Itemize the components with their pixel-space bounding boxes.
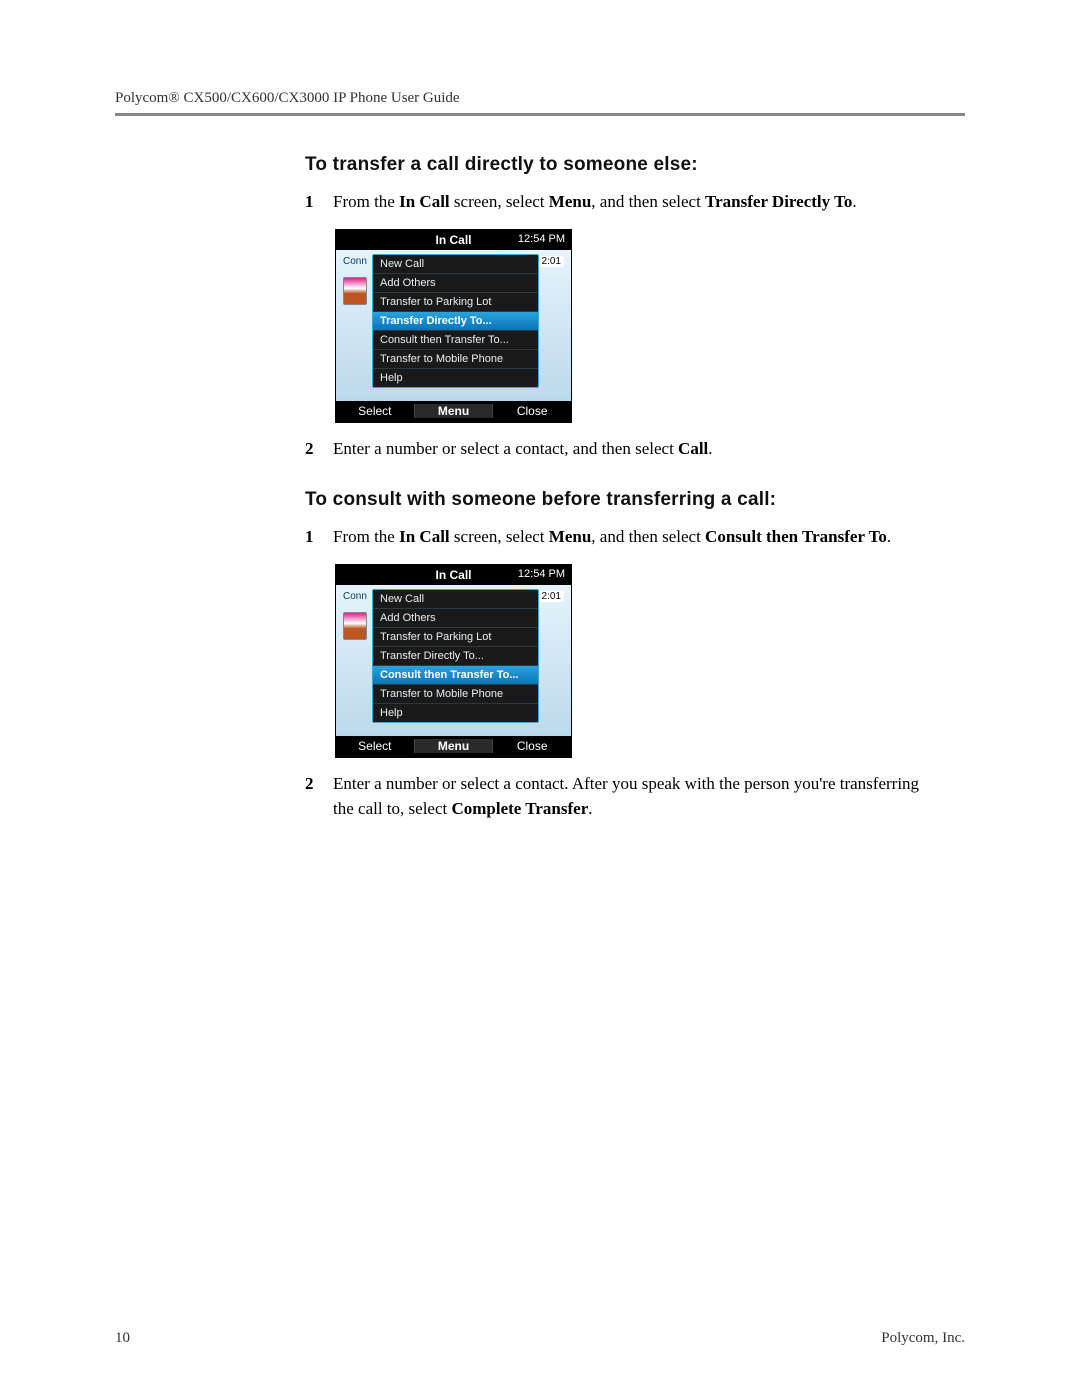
call-duration: 2:01 (539, 256, 564, 267)
phone-frame: In Call 12:54 PM Conn 2:01 New Call Add … (335, 229, 572, 423)
menu-item-add-others[interactable]: Add Others (373, 274, 538, 293)
text-bold: Consult then Transfer To (705, 527, 887, 546)
menu-item-transfer-mobile[interactable]: Transfer to Mobile Phone (373, 350, 538, 369)
step-number: 2 (305, 772, 333, 821)
menu-item-new-call[interactable]: New Call (373, 590, 538, 609)
text: From the (333, 527, 399, 546)
step-body: From the In Call screen, select Menu, an… (333, 190, 925, 215)
menu-item-transfer-parking[interactable]: Transfer to Parking Lot (373, 628, 538, 647)
phone-screenshot-2: In Call 12:54 PM Conn 2:01 New Call Add … (335, 564, 925, 758)
menu-item-add-others[interactable]: Add Others (373, 609, 538, 628)
contact-avatar (343, 612, 367, 640)
step-number: 1 (305, 525, 333, 550)
phone-titlebar: In Call 12:54 PM (336, 230, 571, 250)
text: . (887, 527, 891, 546)
text-bold: Menu (549, 527, 592, 546)
softkey-menu[interactable]: Menu (414, 404, 494, 418)
phone-frame: In Call 12:54 PM Conn 2:01 New Call Add … (335, 564, 572, 758)
text: From the (333, 192, 399, 211)
step-number: 1 (305, 190, 333, 215)
steps-list-2: 1 From the In Call screen, select Menu, … (305, 525, 925, 550)
text: Enter a number or select a contact. Afte… (333, 774, 919, 818)
section-heading-transfer-directly: To transfer a call directly to someone e… (305, 154, 925, 176)
menu-item-help[interactable]: Help (373, 369, 538, 387)
phone-clock: 12:54 PM (518, 233, 565, 245)
step-body: Enter a number or select a contact. Afte… (333, 772, 925, 821)
contact-avatar (343, 277, 367, 305)
phone-title: In Call (435, 568, 471, 582)
text: Enter a number or select a contact, and … (333, 439, 678, 458)
phone-clock: 12:54 PM (518, 568, 565, 580)
body-content: To transfer a call directly to someone e… (115, 116, 925, 821)
menu-item-help[interactable]: Help (373, 704, 538, 722)
menu-item-transfer-directly[interactable]: Transfer Directly To... (373, 647, 538, 666)
text: , and then select (591, 527, 705, 546)
step-number: 2 (305, 437, 333, 462)
phone-menu-popup: New Call Add Others Transfer to Parking … (372, 589, 539, 723)
softkey-close[interactable]: Close (493, 739, 571, 753)
phone-titlebar: In Call 12:54 PM (336, 565, 571, 585)
menu-item-consult-transfer[interactable]: Consult then Transfer To... (373, 331, 538, 350)
step-2: 2 Enter a number or select a contact. Af… (305, 772, 925, 821)
phone-softkeys: Select Menu Close (336, 401, 571, 422)
text: . (588, 799, 592, 818)
footer-company: Polycom, Inc. (881, 1330, 965, 1347)
page-number: 10 (115, 1330, 130, 1347)
steps-list-1: 1 From the In Call screen, select Menu, … (305, 190, 925, 215)
menu-item-new-call[interactable]: New Call (373, 255, 538, 274)
softkey-select[interactable]: Select (336, 404, 414, 418)
softkey-select[interactable]: Select (336, 739, 414, 753)
menu-item-transfer-parking[interactable]: Transfer to Parking Lot (373, 293, 538, 312)
softkey-close[interactable]: Close (493, 404, 571, 418)
step-1: 1 From the In Call screen, select Menu, … (305, 525, 925, 550)
menu-item-transfer-directly[interactable]: Transfer Directly To... (373, 312, 538, 331)
step-body: From the In Call screen, select Menu, an… (333, 525, 925, 550)
text: . (708, 439, 712, 458)
menu-item-transfer-mobile[interactable]: Transfer to Mobile Phone (373, 685, 538, 704)
section-heading-consult-transfer: To consult with someone before transferr… (305, 489, 925, 511)
text-bold: In Call (399, 192, 450, 211)
call-duration: 2:01 (539, 591, 564, 602)
call-status-label: Conn (343, 256, 371, 267)
page-header: Polycom® CX500/CX600/CX3000 IP Phone Use… (115, 90, 965, 116)
text: screen, select (450, 192, 549, 211)
steps-list-1b: 2 Enter a number or select a contact, an… (305, 437, 925, 462)
text-bold: Menu (549, 192, 592, 211)
phone-screen: Conn 2:01 New Call Add Others Transfer t… (336, 585, 571, 736)
phone-softkeys: Select Menu Close (336, 736, 571, 757)
step-2: 2 Enter a number or select a contact, an… (305, 437, 925, 462)
menu-item-consult-transfer[interactable]: Consult then Transfer To... (373, 666, 538, 685)
phone-screen: Conn 2:01 New Call Add Others Transfer t… (336, 250, 571, 401)
softkey-menu[interactable]: Menu (414, 739, 494, 753)
text-bold: Call (678, 439, 708, 458)
text-bold: Transfer Directly To (705, 192, 852, 211)
phone-title: In Call (435, 233, 471, 247)
text-bold: Complete Transfer (451, 799, 588, 818)
text: . (852, 192, 856, 211)
phone-screenshot-1: In Call 12:54 PM Conn 2:01 New Call Add … (335, 229, 925, 423)
phone-menu-popup: New Call Add Others Transfer to Parking … (372, 254, 539, 388)
text: , and then select (591, 192, 705, 211)
text: screen, select (450, 527, 549, 546)
text-bold: In Call (399, 527, 450, 546)
steps-list-2b: 2 Enter a number or select a contact. Af… (305, 772, 925, 821)
step-1: 1 From the In Call screen, select Menu, … (305, 190, 925, 215)
page-footer: 10 Polycom, Inc. (115, 1330, 965, 1347)
step-body: Enter a number or select a contact, and … (333, 437, 925, 462)
document-page: Polycom® CX500/CX600/CX3000 IP Phone Use… (0, 0, 1080, 1397)
call-status-label: Conn (343, 591, 371, 602)
